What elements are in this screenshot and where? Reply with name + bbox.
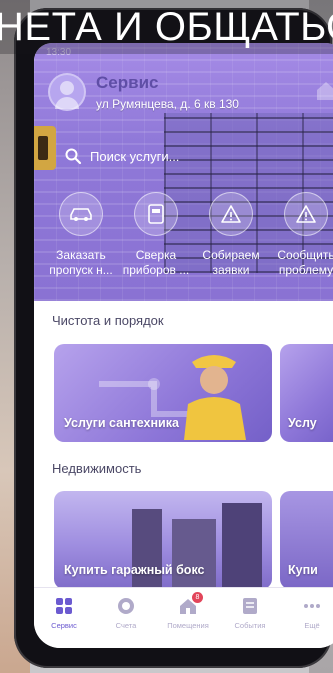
- realty-card-partial[interactable]: Купи: [280, 491, 333, 589]
- tab-label: События: [234, 621, 266, 630]
- tab-label: Сервис: [51, 621, 77, 630]
- page-title: Сервис: [96, 73, 159, 92]
- service-card-partial[interactable]: Услу: [280, 344, 333, 442]
- news-icon: [243, 598, 257, 614]
- realty-card-garage[interactable]: Купить гаражный бокс: [54, 491, 272, 589]
- service-card-plumber[interactable]: Услуги сантехника: [54, 344, 272, 442]
- tab-accounts[interactable]: Счета: [96, 596, 156, 630]
- action-order-pass[interactable]: Заказать пропуск н...: [44, 192, 118, 278]
- action-label: Сообщить проблему: [277, 248, 333, 277]
- tab-service[interactable]: Сервис: [34, 596, 94, 630]
- action-circle: [134, 192, 178, 236]
- tab-label: Счета: [115, 621, 137, 630]
- overlay-caption: НЕТА И ОБЩАТЬСЯ: [0, 0, 333, 54]
- address-label[interactable]: ул Румянцева, д. 6 кв 130: [96, 97, 239, 111]
- meter-icon: [148, 204, 164, 224]
- search-bar[interactable]: [64, 140, 304, 172]
- warning-icon: [296, 205, 316, 223]
- building-image: [172, 519, 216, 589]
- app-screen: 13:30 Сервис ул Румянцева, д. 6 кв 130 П…: [34, 43, 333, 648]
- card-label: Купить гаражный бокс: [64, 563, 205, 577]
- side-thumbnail[interactable]: [34, 126, 56, 170]
- header: Сервис ул Румянцева, д. 6 кв 130: [48, 73, 333, 113]
- action-label: Сверка приборов ...: [122, 248, 190, 277]
- plumber-image: [184, 355, 246, 440]
- building-image: [132, 509, 162, 589]
- action-circle: [59, 192, 103, 236]
- tab-label: Помещения: [167, 621, 209, 630]
- tab-label: Ещё: [304, 621, 320, 630]
- section-title: Чистота и порядок: [52, 313, 164, 328]
- avatar[interactable]: [48, 73, 86, 111]
- coin-icon: [118, 598, 134, 614]
- content-area: Чистота и порядок Услуги сантехника Услу…: [34, 301, 333, 601]
- tab-premises[interactable]: 8 Помещения: [158, 592, 218, 630]
- notification-badge: 8: [192, 592, 203, 603]
- search-input[interactable]: [90, 148, 270, 164]
- quick-actions: Заказать пропуск н... Сверка приборов ..…: [44, 192, 333, 292]
- building-image: [222, 503, 262, 589]
- tab-more[interactable]: Ещё: [282, 596, 333, 630]
- action-report-problem[interactable]: Сообщить проблему: [269, 192, 333, 278]
- action-collect-requests[interactable]: Собираем заявки: [194, 192, 268, 278]
- card-label: Услу: [288, 416, 317, 430]
- more-icon: [304, 604, 320, 608]
- card-label: Купи: [288, 563, 318, 577]
- action-circle: [284, 192, 328, 236]
- action-label: Собираем заявки: [202, 248, 260, 277]
- search-icon: [65, 148, 82, 165]
- action-meter-check[interactable]: Сверка приборов ...: [119, 192, 193, 278]
- hero-banner: 13:30 Сервис ул Румянцева, д. 6 кв 130 П…: [34, 43, 333, 301]
- card-label: Услуги сантехника: [64, 416, 179, 430]
- phone-frame: 13:30 Сервис ул Румянцева, д. 6 кв 130 П…: [14, 8, 333, 668]
- home-icon[interactable]: [314, 79, 333, 103]
- car-icon: [70, 208, 92, 221]
- section-title: Недвижимость: [52, 461, 142, 476]
- tab-bar: Сервис Счета 8 Помещения События Ещё: [34, 587, 333, 648]
- tab-events[interactable]: События: [220, 596, 280, 630]
- action-circle: [209, 192, 253, 236]
- grid-icon: [56, 598, 72, 614]
- warning-icon: [221, 205, 241, 223]
- action-label: Заказать пропуск н...: [49, 248, 113, 277]
